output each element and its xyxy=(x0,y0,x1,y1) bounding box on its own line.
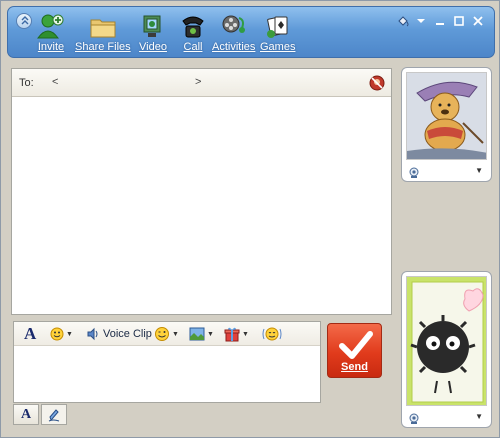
nudge-button[interactable] xyxy=(262,325,282,343)
invite-label: Invite xyxy=(37,41,65,53)
chevron-up-icon xyxy=(21,16,29,25)
phone-icon xyxy=(178,12,208,40)
speaker-icon xyxy=(87,327,98,341)
format-toolbar: A ▼ Voice Clip ▼ ▼ ▼ xyxy=(14,322,320,346)
fuzzy-creature-illustration xyxy=(407,277,486,405)
send-label: Send xyxy=(341,361,368,373)
background-button[interactable]: ▼ xyxy=(189,325,214,343)
invite-button[interactable]: Invite xyxy=(36,12,66,53)
to-bar: To: < > xyxy=(12,69,391,97)
emoticon-button[interactable]: ▼ xyxy=(50,325,73,343)
maximize-icon[interactable] xyxy=(453,15,465,27)
chevron-down-icon: ▼ xyxy=(172,330,179,338)
voice-clip-label: Voice Clip xyxy=(103,328,152,340)
handwriting-mode-tab[interactable] xyxy=(41,404,67,425)
paint-bucket-icon[interactable] xyxy=(396,15,409,27)
folder-icon xyxy=(88,12,118,40)
text-mode-tab[interactable]: A xyxy=(13,404,39,425)
winnie-bear-illustration xyxy=(407,73,486,159)
contact-open-bracket: < xyxy=(52,76,59,88)
chevron-down-icon: ▼ xyxy=(207,330,214,338)
contact-picture-footer: ▼ xyxy=(402,165,491,179)
wink-button[interactable]: ▼ xyxy=(154,325,179,343)
chevron-down-icon[interactable]: ▼ xyxy=(475,412,483,421)
contact-avatar[interactable] xyxy=(406,72,487,160)
to-label: To: xyxy=(19,77,34,89)
webcam-icon[interactable] xyxy=(408,413,420,428)
my-avatar[interactable] xyxy=(406,276,487,406)
window-controls xyxy=(392,15,484,27)
smiley-icon xyxy=(50,327,64,341)
close-icon[interactable] xyxy=(472,15,484,27)
call-button[interactable]: Call xyxy=(178,12,208,53)
film-reel-icon xyxy=(219,12,249,40)
picture-icon xyxy=(189,327,205,341)
games-label: Games xyxy=(260,41,296,53)
cards-icon xyxy=(263,12,293,40)
toolbar: Invite Share Files Video Call Activities… xyxy=(7,6,495,58)
collapse-toolbar-button[interactable] xyxy=(16,13,32,29)
font-button[interactable]: A xyxy=(24,324,37,343)
menu-dropdown-icon[interactable] xyxy=(415,15,427,27)
contact-close-bracket: > xyxy=(195,76,202,88)
text-mode-icon: A xyxy=(20,406,32,422)
input-mode-tabs: A xyxy=(13,404,69,426)
gift-icon xyxy=(224,327,240,342)
share-files-label: Share Files xyxy=(75,41,131,53)
activities-button[interactable]: Activities xyxy=(212,12,255,53)
nudge-icon xyxy=(262,327,282,341)
compose-area: A ▼ Voice Clip ▼ ▼ ▼ xyxy=(13,321,321,403)
gift-button[interactable]: ▼ xyxy=(224,325,249,343)
add-contact-icon xyxy=(36,12,66,40)
minimize-icon[interactable] xyxy=(434,15,446,27)
block-contact-icon[interactable] xyxy=(369,75,385,91)
video-label: Video xyxy=(139,41,167,53)
conversation-history[interactable]: To: < > xyxy=(11,68,392,315)
webcam-icon[interactable] xyxy=(408,167,420,182)
share-files-button[interactable]: Share Files xyxy=(75,12,131,53)
message-input[interactable] xyxy=(14,346,320,402)
my-display-picture-frame: ▼ xyxy=(401,271,492,428)
chevron-down-icon: ▼ xyxy=(66,330,73,338)
contact-display-picture-frame: ▼ xyxy=(401,67,492,182)
send-button[interactable]: Send xyxy=(327,323,382,378)
activities-label: Activities xyxy=(212,41,256,53)
voice-clip-button[interactable]: Voice Clip xyxy=(86,325,152,343)
font-icon: A xyxy=(24,324,37,343)
chevron-down-icon[interactable]: ▼ xyxy=(475,166,483,175)
wink-icon xyxy=(155,327,169,341)
video-button[interactable]: Video xyxy=(138,12,168,53)
chevron-down-icon: ▼ xyxy=(242,330,249,338)
video-icon xyxy=(138,12,168,40)
checkmark-icon xyxy=(339,331,373,359)
conversation-window: Invite Share Files Video Call Activities… xyxy=(0,0,500,438)
my-picture-footer: ▼ xyxy=(402,411,491,425)
games-button[interactable]: Games xyxy=(260,12,295,53)
call-label: Call xyxy=(183,41,203,53)
pen-icon xyxy=(48,408,60,421)
